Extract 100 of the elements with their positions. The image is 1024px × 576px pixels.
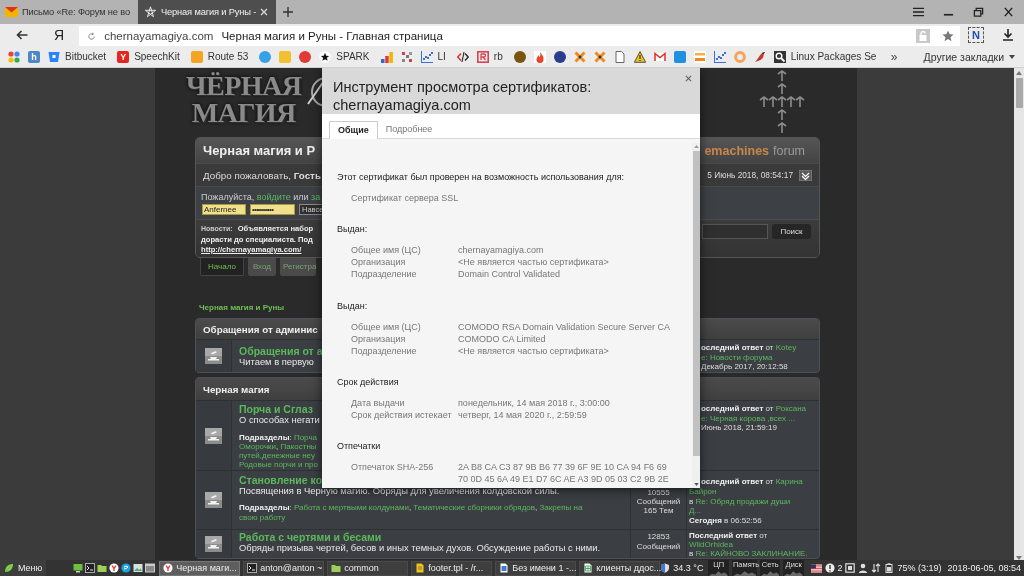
post-link[interactable]: Re: КАЙНОВО ЗАКЛИНАНИЕ. <box>695 548 808 558</box>
more-bookmarks-button[interactable]: » <box>890 49 898 64</box>
terminal-icon[interactable] <box>85 563 96 573</box>
bookmark-link[interactable]: Y SpeechKit <box>113 50 184 63</box>
extension-button[interactable]: N <box>968 27 984 43</box>
taskbar-task[interactable]: клиенты ддос... <box>579 560 661 576</box>
star-icon[interactable] <box>942 30 954 42</box>
search-button[interactable]: Поиск <box>772 224 811 239</box>
bookmark-link[interactable]: rb <box>472 50 507 63</box>
bookmark-link[interactable]: LI <box>416 50 450 63</box>
document-icon <box>415 563 426 573</box>
nav-tab[interactable]: Регистра <box>280 258 317 276</box>
close-icon[interactable] <box>685 75 692 82</box>
flag-icon[interactable] <box>810 563 823 573</box>
restore-icon[interactable] <box>973 7 984 17</box>
address-field[interactable]: chernayamagiya.com Черная магия и Руны - Главная страница <box>79 26 960 46</box>
post-link[interactable]: e: Новости форума <box>701 352 773 362</box>
down-arrow-icon[interactable] <box>1016 556 1022 560</box>
picture-icon[interactable] <box>133 563 144 573</box>
bookmark-link[interactable]: Route 53 <box>186 50 253 63</box>
board-description: Обряды призыва чертей, бесов и иных темных духов. Обсуждение работы с ними. <box>239 543 601 553</box>
browser-tab[interactable]: Черная магия и Руны - <box>138 0 276 24</box>
stats-text: Сообщений <box>636 497 681 506</box>
scrollbar-thumb[interactable] <box>1015 78 1023 108</box>
post-link[interactable]: Байрон <box>689 487 717 496</box>
post-link[interactable]: Д... <box>689 506 702 515</box>
board-title-link[interactable]: Обращения от а <box>239 346 323 357</box>
rune-cross-drawing <box>759 69 805 135</box>
down-arrow-icon[interactable] <box>693 483 699 486</box>
board-title-link[interactable]: Работа с чертями и бесами <box>239 532 382 543</box>
field-label: Организация <box>351 256 407 269</box>
up-arrow-icon[interactable] <box>1016 71 1022 75</box>
subboard-link[interactable]: Закрепы на <box>539 503 583 512</box>
subboards-text: Оморочки, Пакостны <box>239 442 317 451</box>
usage-text: Сертификат сервера SSL <box>351 192 459 205</box>
person-icon[interactable] <box>858 563 869 573</box>
subboard-link[interactable]: свою работу <box>239 512 286 522</box>
taskbar-task[interactable]: footer.tpl - /r... <box>411 560 493 576</box>
other-bookmarks-button[interactable]: Другие закладки <box>923 50 1015 63</box>
page-scrollbar[interactable] <box>1014 68 1024 560</box>
clock-text: 2018-06-05, 08:54 <box>947 563 1021 573</box>
breadcrumb-link[interactable]: Черная магия и Руны <box>199 303 285 312</box>
date-text: 5 Июнь 2018, 08:54:17 <box>707 170 793 180</box>
welcome-text: Добро пожаловать, Гость <box>203 169 321 181</box>
bookmark-link[interactable]: SPARK <box>315 50 374 63</box>
subboard-link[interactable]: Работа с мертвыми колдунами <box>293 503 409 512</box>
subboard-link[interactable]: Порча <box>293 433 317 442</box>
post-link[interactable]: Роксана <box>775 404 807 413</box>
taskbar-task[interactable]: Черная маги... <box>159 560 241 576</box>
browser-tab[interactable]: Письмо «Re: Форум не во <box>0 0 138 24</box>
battery-icon[interactable] <box>884 563 895 573</box>
field-label: Подразделение <box>351 268 418 281</box>
board-title-link[interactable]: Порча и Сглаз <box>239 404 313 415</box>
last-post-text: оследний ответ от Kotey <box>701 343 797 353</box>
last-post-text: Декабрь 2017, 20:12:58 <box>701 362 788 372</box>
folder-icon[interactable] <box>97 563 108 573</box>
monitor-icon[interactable] <box>73 563 84 573</box>
menu-button[interactable]: Меню <box>0 560 47 576</box>
nav-tab[interactable]: Вход <box>247 258 276 276</box>
subboard-link[interactable]: Пакостны <box>280 442 317 451</box>
username-field[interactable]: Anfernee <box>202 204 246 215</box>
field-label: Организация <box>351 332 407 345</box>
close-icon[interactable] <box>1003 7 1014 17</box>
shield-icon[interactable] <box>660 563 671 573</box>
circle-logo-icon[interactable] <box>109 563 120 573</box>
square-icon[interactable] <box>845 563 856 573</box>
back-arrow-icon[interactable] <box>16 30 28 40</box>
envelope-icon <box>5 6 18 18</box>
taskbar-task[interactable]: common <box>327 560 409 576</box>
board-title-link[interactable]: Становление ко <box>239 475 323 486</box>
post-link[interactable]: Kotey <box>775 343 797 352</box>
bookmark-link[interactable]: Linux Packages Se <box>769 50 881 63</box>
alert-icon[interactable] <box>825 563 836 573</box>
search-field[interactable] <box>702 224 768 239</box>
menu-icon[interactable] <box>913 7 924 17</box>
subboard-link[interactable]: Родовые порчи и про <box>239 460 318 469</box>
download-icon[interactable] <box>1002 29 1014 41</box>
post-link[interactable]: e: Черная корова ,всех ... <box>701 413 795 423</box>
round-badge-icon[interactable] <box>121 563 132 573</box>
taskbar-task[interactable]: Без имени 1 -... <box>495 560 577 576</box>
bookmark-link[interactable]: h <box>24 50 44 63</box>
subboards-text: Подразделы: Работа с мертвыми колдунами, Тематические сборники обрядов, Закрепы на <box>239 503 583 513</box>
login-link[interactable]: войдите <box>256 192 291 202</box>
mosaic-icon <box>400 50 413 63</box>
post-link[interactable]: Re: Обряд продажи души <box>695 496 791 506</box>
bird-icon <box>753 50 766 63</box>
nav-tab[interactable]: Начало <box>200 258 244 276</box>
logo-button[interactable]: Я <box>54 27 65 43</box>
bookmark-link[interactable]: Bitbucket <box>44 50 111 63</box>
new-tab-icon[interactable] <box>283 7 293 17</box>
subboard-link[interactable]: путей,денежные неу <box>239 451 315 460</box>
dialog-tab[interactable]: Общие <box>329 121 378 139</box>
post-link[interactable]: Карина <box>775 477 803 486</box>
up-down-arrow-icon[interactable] <box>871 563 882 573</box>
taskbar-task[interactable]: anton@anton ~ <box>243 560 325 576</box>
collapse-icon[interactable] <box>799 169 812 181</box>
dialog-tab[interactable]: Подробнее <box>377 121 441 138</box>
login-link[interactable]: за <box>311 192 321 202</box>
window-icon[interactable] <box>145 563 156 573</box>
post-link[interactable]: WildOrhidea <box>689 539 733 549</box>
